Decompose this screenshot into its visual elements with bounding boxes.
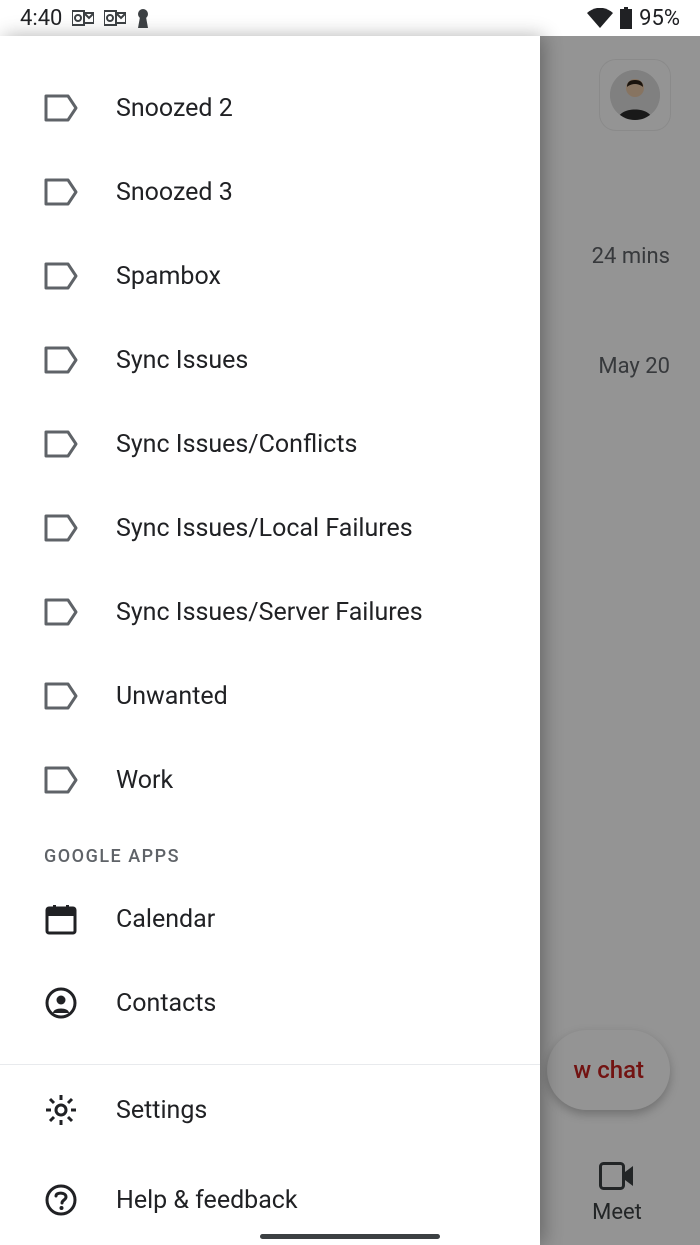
- label-icon: [44, 427, 78, 461]
- outlook-icon: [104, 9, 126, 27]
- nav-help-feedback[interactable]: Help & feedback: [0, 1155, 540, 1245]
- drawer-item-label: Work: [116, 766, 173, 795]
- label-icon: [44, 595, 78, 629]
- label-sync-conflicts[interactable]: Sync Issues/Conflicts: [0, 402, 540, 486]
- label-icon: [44, 343, 78, 377]
- drawer-item-label: Settings: [116, 1096, 207, 1125]
- battery-percent: 95%: [639, 6, 680, 31]
- gear-icon: [44, 1093, 78, 1127]
- drawer-item-label: Unwanted: [116, 682, 228, 711]
- drawer-item-label: Snoozed 2: [116, 94, 233, 123]
- drawer-item-label: Sync Issues/Server Failures: [116, 598, 423, 627]
- help-icon: [44, 1183, 78, 1217]
- status-time: 4:40: [20, 6, 62, 31]
- label-unwanted[interactable]: Unwanted: [0, 654, 540, 738]
- drawer-item-label: Calendar: [116, 905, 215, 934]
- label-sync-local-failures[interactable]: Sync Issues/Local Failures: [0, 486, 540, 570]
- drawer-item-label: Sync Issues/Local Failures: [116, 514, 413, 543]
- battery-icon: [619, 7, 633, 29]
- label-work[interactable]: Work: [0, 738, 540, 822]
- label-snoozed-3[interactable]: Snoozed 3: [0, 150, 540, 234]
- label-icon: [44, 679, 78, 713]
- section-google-apps: GOOGLE APPS: [0, 822, 540, 877]
- app-contacts[interactable]: Contacts: [0, 961, 540, 1045]
- label-snoozed-2[interactable]: Snoozed 2: [0, 66, 540, 150]
- drawer-item-label: Snoozed 3: [116, 178, 233, 207]
- status-bar: 4:40 95%: [0, 0, 700, 36]
- keyhole-icon: [136, 8, 150, 28]
- label-icon: [44, 91, 78, 125]
- label-sync-server-failures[interactable]: Sync Issues/Server Failures: [0, 570, 540, 654]
- calendar-icon: [44, 902, 78, 936]
- label-icon: [44, 511, 78, 545]
- nav-settings[interactable]: Settings: [0, 1065, 540, 1155]
- label-icon: [44, 259, 78, 293]
- drawer-item-label: Sync Issues/Conflicts: [116, 430, 357, 459]
- home-indicator[interactable]: [260, 1234, 440, 1239]
- drawer-item-label: Contacts: [116, 989, 216, 1018]
- label-spambox[interactable]: Spambox: [0, 234, 540, 318]
- contacts-icon: [44, 986, 78, 1020]
- drawer-item-label: Help & feedback: [116, 1186, 298, 1215]
- outlook-icon: [72, 9, 94, 27]
- drawer-item-label: Spambox: [116, 262, 221, 291]
- navigation-drawer: Snoozed 2 Snoozed 3 Spambox Sync Issues: [0, 36, 540, 1245]
- label-sync-issues[interactable]: Sync Issues: [0, 318, 540, 402]
- wifi-icon: [587, 8, 613, 28]
- label-icon: [44, 175, 78, 209]
- drawer-item-label: Sync Issues: [116, 346, 248, 375]
- label-icon: [44, 763, 78, 797]
- app-calendar[interactable]: Calendar: [0, 877, 540, 961]
